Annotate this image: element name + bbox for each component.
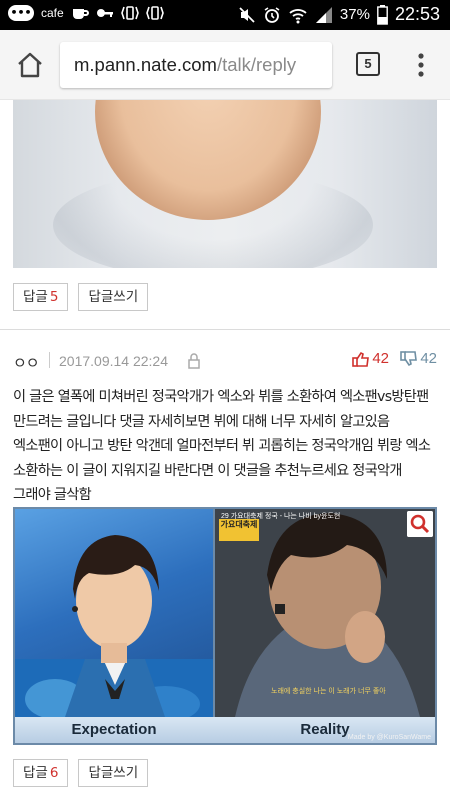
downvote-count: 42 [420,350,437,367]
broadcast-subtitle: 노래에 충실한 나는 이 노래가 너무 좋아 [271,688,386,695]
chat-notification-icon: ••• [8,5,34,21]
wifi-icon [289,8,307,23]
reply-count: 5 [49,289,59,305]
image-watermark: Made by @KuroSanWame [347,734,431,741]
report-icon[interactable] [187,353,201,369]
url-path: /talk/reply [216,54,297,75]
previous-reply-actions: 답글 5 답글쓰기 [13,283,149,311]
signal-icon [315,6,332,23]
upvote-count: 42 [372,350,389,367]
comment-reply-actions: 답글 6 답글쓰기 [13,759,149,787]
mute-icon [239,6,255,23]
page-content: 답글 5 답글쓰기 ㅇㅇ 2017.09.14 22:24 42 42 이 글은 … [0,100,450,800]
vibrate-icon-2 [145,6,164,20]
upvote-button[interactable]: 42 [352,350,389,367]
url-bar[interactable]: m.pann.nate.com/talk/reply [60,42,332,88]
alarm-icon [264,6,280,23]
status-right-icons: 37% 22:53 [238,4,440,25]
status-left-icons: ••• cafe [8,5,164,21]
broadcast-logo: 가요대축제 [219,519,259,541]
reply-count-button[interactable]: 답글 6 [13,759,69,787]
comment-meta: ㅇㅇ 2017.09.14 22:24 42 42 [13,350,437,372]
key-icon [96,9,113,17]
status-bar: ••• cafe 37% 22:53 [0,0,450,30]
comment-divider [0,329,450,330]
thumbs-down-icon [400,350,418,366]
comment-author: ㅇㅇ [13,355,40,372]
write-reply-button[interactable]: 답글쓰기 [78,283,149,311]
caption-bar: Expectation Reality Made by @KuroSanWame [15,717,435,743]
write-reply-button[interactable]: 답글쓰기 [78,759,149,787]
browser-toolbar: m.pann.nate.com/talk/reply 5 [0,30,450,100]
reality-panel: 가요대축제 29 가요대축제 정국 - 나는 나비 by윤도현 노래에 충실한 … [215,509,435,717]
battery-icon [377,4,388,25]
carrier-label: cafe [41,6,64,20]
meta-separator [49,352,50,368]
overflow-menu-icon[interactable] [411,52,431,78]
expectation-panel [15,509,213,717]
battery-percent: 37% [339,6,370,23]
vibrate-icon [120,6,139,20]
tabs-button[interactable]: 5 [356,52,380,76]
reply-label: 답글 [23,289,48,305]
home-icon[interactable] [16,51,44,79]
thumbs-up-icon [352,351,370,367]
broadcast-title: 29 가요대축제 정국 - 나는 나비 by윤도현 [221,513,341,520]
url-host: m.pann.nate.com [74,54,217,75]
reply-count: 6 [49,765,59,781]
expectation-caption: Expectation [71,721,157,738]
comment-body: 이 글은 열폭에 미쳐버린 정국악개가 엑소와 뷔를 소환하여 엑소팬vs방탄팬… [13,389,431,503]
reply-count-button[interactable]: 답글 5 [13,283,69,311]
comment-image[interactable]: 가요대축제 29 가요대축제 정국 - 나는 나비 by윤도현 노래에 충실한 … [13,507,437,745]
reply-label: 답글 [23,765,48,781]
comment-date: 2017.09.14 22:24 [59,353,168,369]
previous-post-image [13,100,437,268]
downvote-button[interactable]: 42 [400,350,437,367]
clock: 22:53 [394,4,440,24]
zoom-icon[interactable] [407,511,433,537]
cup-icon [72,9,89,19]
